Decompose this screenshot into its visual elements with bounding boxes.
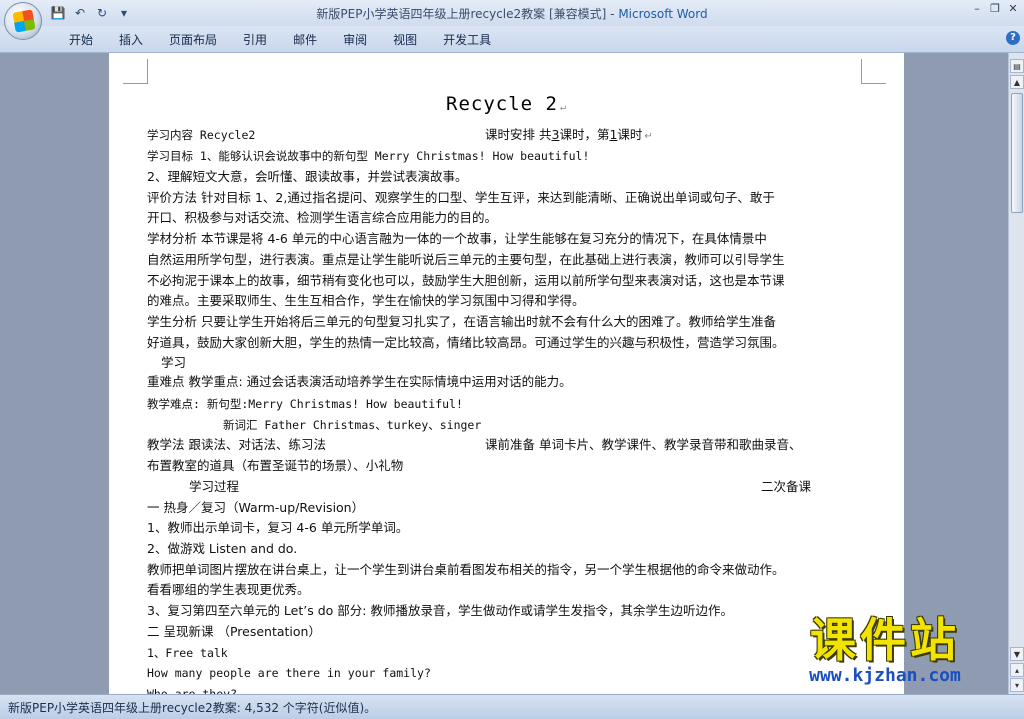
title-bar: 💾 ↶ ↻ ▾ 新版PEP小学英语四年级上册recycle2教案 [兼容模式] …: [0, 0, 1024, 40]
next-page-icon[interactable]: ▾: [1010, 678, 1024, 692]
doc-line: 教学难点: 新句型:Merry Christmas! How beautiful…: [147, 397, 463, 411]
doc-line: 学材分析 本节课是将 4-6 单元的中心语言融为一体的一个故事，让学生能够在复习…: [147, 231, 767, 246]
document-area: Recycle 2 ↵ 学习内容 Recycle2 课时安排 共3课时，第1课时 ↵…: [0, 53, 1008, 694]
crop-mark-top-left: [123, 59, 148, 84]
doc-line: Who are they?: [147, 687, 238, 694]
tab-page-layout[interactable]: 页面布局: [156, 31, 230, 48]
ruler-toggle-icon[interactable]: ▤: [1010, 59, 1024, 73]
doc-line: 1、教师出示单词卡，复习 4-6 单元所学单词。: [147, 520, 409, 535]
app-name: Microsoft Word: [618, 7, 708, 21]
doc-line: 课时安排 共3课时，第1课时 ↵: [485, 127, 653, 142]
ribbon-tabs: 开始 插入 页面布局 引用 邮件 审阅 视图 开发工具: [56, 31, 504, 48]
doc-line: 1、Free talk: [147, 646, 228, 660]
doc-line: 的难点。主要采取师生、生生互相合作，学生在愉快的学习氛围中习得和学得。: [147, 293, 585, 308]
doc-line: How many people are there in your family…: [147, 666, 431, 680]
status-bar: 新版PEP小学英语四年级上册recycle2教案: 4,532 个字符(近似值)…: [0, 694, 1024, 719]
doc-line: 学习目标 1、能够认识会说故事中的新句型 Merry Christmas! Ho…: [147, 149, 590, 163]
doc-line: 自然运用所学句型，进行表演。重点是让学生能听说后三单元的主要句型，在此基础上进行…: [147, 252, 785, 267]
tab-review[interactable]: 审阅: [330, 31, 380, 48]
doc-line: 课前准备 单词卡片、教学课件、教学录音带和歌曲录音、: [485, 437, 802, 452]
scroll-up-icon[interactable]: ▲: [1010, 75, 1024, 89]
office-logo-icon: [12, 9, 36, 33]
doc-line: 不必拘泥于课本上的故事，细节稍有变化也可以，鼓励学生大胆创新，运用以前所学句型来…: [147, 273, 785, 288]
tab-developer[interactable]: 开发工具: [430, 31, 504, 48]
restore-icon[interactable]: ❐: [988, 2, 1002, 15]
doc-line: 学习内容 Recycle2: [147, 128, 256, 142]
doc-line: 一 热身／复习（Warm-up/Revision）: [147, 500, 365, 515]
doc-line: 2、理解短文大意，会听懂、跟读故事，并尝试表演故事。: [147, 169, 468, 184]
watermark-url: www.kjzhan.com: [809, 665, 961, 686]
doc-line: 好道具，鼓励大家创新大胆，学生的热情一定比较高，情绪比较高昂。可通过学生的兴趣与…: [147, 335, 785, 350]
doc-line: 二次备课: [761, 479, 812, 494]
document-page[interactable]: Recycle 2 ↵ 学习内容 Recycle2 课时安排 共3课时，第1课时 ↵…: [109, 53, 904, 694]
doc-line: 开口、积极参与对话交流、检测学生语言综合应用能力的目的。: [147, 210, 498, 225]
scroll-down-icon[interactable]: ▼: [1010, 647, 1024, 661]
minimize-icon[interactable]: –: [970, 2, 984, 15]
help-icon[interactable]: ?: [1006, 31, 1020, 45]
watermark: 课件站 www.kjzhan.com: [760, 614, 1010, 686]
tab-home[interactable]: 开始: [56, 31, 106, 48]
window-title: 新版PEP小学英语四年级上册recycle2教案 [兼容模式] - Micros…: [316, 7, 708, 21]
doc-line: 教学法 跟读法、对话法、练习法: [147, 437, 326, 452]
doc-line: 学习过程: [189, 479, 240, 494]
doc-line: 看看哪组的学生表现更优秀。: [147, 582, 310, 597]
doc-line: 重难点 教学重点: 通过会话表演活动培养学生在实际情境中运用对话的能力。: [147, 374, 572, 389]
ribbon: 开始 插入 页面布局 引用 邮件 审阅 视图 开发工具 ?: [0, 26, 1024, 53]
doc-line: 2、做游戏 Listen and do.: [147, 541, 298, 556]
close-icon[interactable]: ✕: [1006, 2, 1020, 15]
doc-line: 教师把单词图片摆放在讲台桌上，让一个学生到讲台桌前看图发布相关的指令，另一个学生…: [147, 562, 785, 577]
paragraph-mark: ↵: [559, 102, 567, 113]
doc-line: 布置教室的道具（布置圣诞节的场景）、小礼物: [147, 458, 404, 473]
tab-references[interactable]: 引用: [230, 31, 280, 48]
crop-mark-top-right: [861, 59, 886, 84]
doc-line: 3、复习第四至六单元的 Let’s do 部分: 教师播放录音，学生做动作或请学…: [147, 603, 733, 618]
window-controls: – ❐ ✕: [970, 2, 1020, 15]
tab-mailings[interactable]: 邮件: [280, 31, 330, 48]
doc-line: 评价方法 针对目标 1、2,通过指名提问、观察学生的口型、学生互评，来达到能清晰…: [147, 190, 775, 205]
document-title: Recycle 2 ↵: [446, 93, 567, 115]
document-name: 新版PEP小学英语四年级上册recycle2教案 [兼容模式]: [316, 7, 607, 21]
office-button[interactable]: [4, 2, 42, 40]
vertical-scrollbar[interactable]: ▤ ▲ ▼ ▴ ▾: [1008, 53, 1024, 694]
tab-insert[interactable]: 插入: [106, 31, 156, 48]
status-word-count[interactable]: 新版PEP小学英语四年级上册recycle2教案: 4,532 个字符(近似值)…: [8, 699, 376, 716]
scroll-thumb[interactable]: [1011, 93, 1023, 213]
doc-line: 学生分析 只要让学生开始将后三单元的句型复习扎实了，在语言输出时就不会有什么大的…: [147, 314, 776, 329]
tab-view[interactable]: 视图: [380, 31, 430, 48]
paragraph-mark: ↵: [644, 131, 653, 142]
doc-line: 新词汇 Father Christmas、turkey、singer: [223, 418, 482, 432]
doc-line: 学习: [161, 355, 187, 370]
doc-line: 二 呈现新课 （Presentation）: [147, 624, 321, 639]
previous-page-icon[interactable]: ▴: [1010, 663, 1024, 677]
watermark-logo-text: 课件站: [810, 613, 960, 667]
